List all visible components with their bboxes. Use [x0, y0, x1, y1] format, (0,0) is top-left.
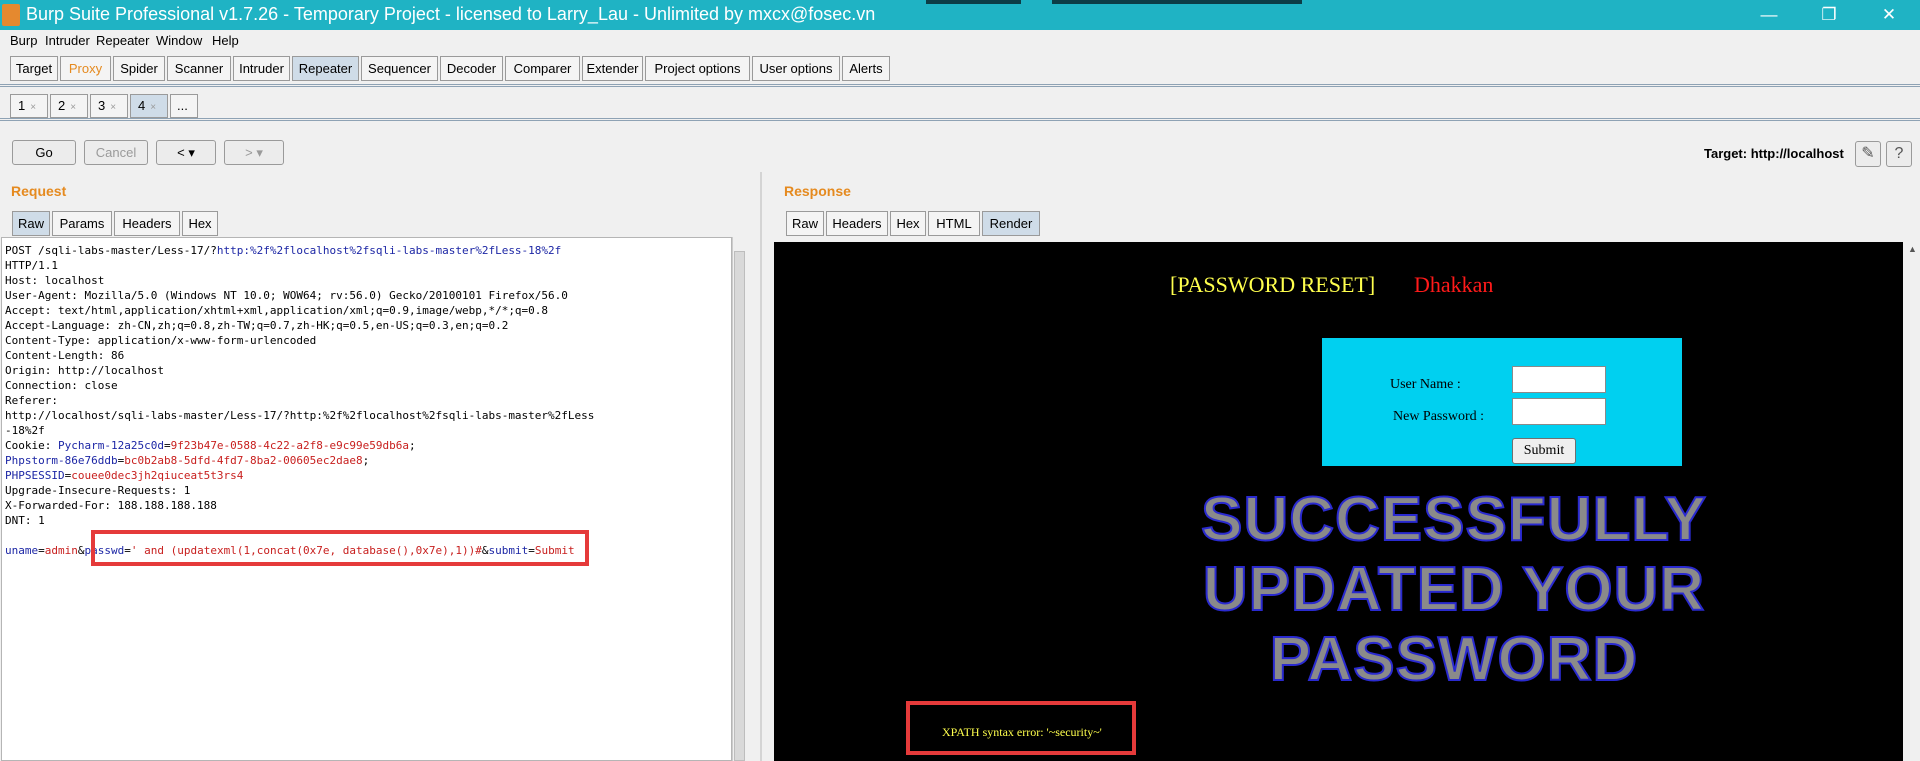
response-tab-render[interactable]: Render [982, 211, 1040, 236]
menu-window[interactable]: Window [156, 33, 202, 48]
response-tab-hex[interactable]: Hex [890, 211, 926, 236]
request-text[interactable]: POST /sqli-labs-master/Less-17/?http:%2f… [5, 243, 594, 558]
submit-button[interactable]: Submit [1512, 438, 1576, 464]
close-tab-icon[interactable]: × [30, 102, 36, 113]
menu-bar: Burp Intruder Repeater Window Help [0, 30, 1920, 52]
new-password-label: New Password : [1393, 409, 1484, 424]
repeater-toolbar: Go Cancel < ▾ > ▾ Target: http://localho… [0, 140, 1920, 170]
cookie-name: PHPSESSID [5, 469, 65, 482]
tab-spider[interactable]: Spider [113, 56, 165, 81]
reset-form: User Name : New Password : Submit [1322, 338, 1682, 466]
rendered-response: [PASSWORD RESET] Dhakkan User Name : New… [774, 242, 1903, 761]
body-param-value: admin [44, 544, 78, 557]
new-repeater-tab[interactable]: ... [170, 94, 198, 118]
main-tab-bar: Target Proxy Spider Scanner Intruder Rep… [0, 56, 1920, 87]
repeater-tab-4[interactable]: 4 × [130, 94, 168, 118]
error-highlight-box [906, 701, 1136, 755]
back-button[interactable]: < ▾ [156, 140, 216, 165]
repeater-tab-bar: 1 × 2 × 3 × 4 × ... [0, 90, 1920, 121]
request-url-param: http:%2f%2flocalhost%2fsqli-labs-master%… [216, 244, 562, 257]
cookie-value: couee0dec3jh2qiuceat5t3rs4 [71, 469, 244, 482]
menu-help[interactable]: Help [212, 33, 239, 48]
back-menu-icon: ▾ [188, 145, 195, 160]
help-icon[interactable]: ? [1886, 141, 1912, 167]
repeater-tab-label: 4 [138, 98, 146, 113]
forward-menu-icon: ▾ [256, 145, 263, 160]
cookie-label: Cookie: [5, 439, 58, 452]
back-icon: < [177, 145, 185, 160]
response-scrollbar[interactable]: ▲ [1905, 242, 1920, 761]
title-decoration [926, 0, 1021, 4]
tab-target[interactable]: Target [10, 56, 58, 81]
burp-app-icon [2, 4, 20, 26]
request-tab-headers[interactable]: Headers [114, 211, 180, 236]
tab-alerts[interactable]: Alerts [842, 56, 890, 81]
repeater-tab-label: 2 [58, 98, 66, 113]
tab-decoder[interactable]: Decoder [440, 56, 503, 81]
repeater-tab-label: 1 [18, 98, 26, 113]
page-heading: [PASSWORD RESET] [1170, 272, 1376, 297]
tab-project-options[interactable]: Project options [645, 56, 750, 81]
request-tab-hex[interactable]: Hex [182, 211, 218, 236]
tab-scanner[interactable]: Scanner [167, 56, 231, 81]
go-button[interactable]: Go [12, 140, 76, 165]
username-input[interactable] [1512, 366, 1606, 393]
tab-intruder[interactable]: Intruder [233, 56, 290, 81]
page-heading-name: Dhakkan [1414, 272, 1494, 297]
response-tab-html[interactable]: HTML [928, 211, 980, 236]
forward-button[interactable]: > ▾ [224, 140, 284, 165]
title-decoration [1052, 0, 1302, 4]
request-headers: HTTP/1.1 Host: localhost User-Agent: Moz… [5, 259, 595, 437]
request-tab-params[interactable]: Params [52, 211, 112, 236]
new-password-input[interactable] [1512, 398, 1606, 425]
cookie-name: Phpstorm-86e76ddb [5, 454, 118, 467]
menu-repeater[interactable]: Repeater [96, 33, 149, 48]
tab-user-options[interactable]: User options [752, 56, 840, 81]
repeater-tab-1[interactable]: 1 × [10, 94, 48, 118]
username-label: User Name : [1390, 377, 1461, 392]
request-headers-tail: Upgrade-Insecure-Requests: 1 X-Forwarded… [5, 484, 217, 527]
close-tab-icon[interactable]: × [150, 102, 156, 113]
response-title: Response [784, 183, 851, 199]
edit-target-icon[interactable]: ✎ [1855, 141, 1881, 167]
minimize-icon[interactable]: — [1746, 2, 1792, 28]
repeater-tab-3[interactable]: 3 × [90, 94, 128, 118]
request-line: POST /sqli-labs-master/Less-17/? [5, 244, 217, 257]
cookie-value: bc0b2ab8-5dfd-4fd7-8ba2-00605ec2dae8 [124, 454, 363, 467]
cookie-value: 9f23b47e-0588-4c22-a2f8-e9c99e59db6a [170, 439, 409, 452]
repeater-tab-label: 3 [98, 98, 106, 113]
success-banner: SUCCESSFULLY UPDATED YOUR PASSWORD [1200, 484, 1707, 695]
cookie-name: Pycharm-12a25c0d [57, 439, 164, 452]
tab-comparer[interactable]: Comparer [505, 56, 580, 81]
target-label[interactable]: Target: http://localhost [1704, 146, 1844, 161]
window-title: Burp Suite Professional v1.7.26 - Tempor… [26, 4, 876, 24]
panel-splitter[interactable] [760, 172, 762, 761]
close-tab-icon[interactable]: × [70, 102, 76, 113]
tab-extender[interactable]: Extender [582, 56, 643, 81]
tab-repeater[interactable]: Repeater [292, 56, 359, 81]
response-tab-headers[interactable]: Headers [826, 211, 888, 236]
repeater-tab-2[interactable]: 2 × [50, 94, 88, 118]
scroll-thumb[interactable] [734, 251, 745, 761]
close-tab-icon[interactable]: × [110, 102, 116, 113]
body-param-name: uname [5, 544, 39, 557]
forward-icon: > [245, 145, 253, 160]
response-tab-raw[interactable]: Raw [786, 211, 824, 236]
title-bar: Burp Suite Professional v1.7.26 - Tempor… [0, 0, 1920, 30]
payload-highlight-box [91, 530, 589, 566]
menu-intruder[interactable]: Intruder [45, 33, 90, 48]
tab-divider [0, 118, 1920, 121]
tab-proxy[interactable]: Proxy [60, 56, 111, 81]
menu-burp[interactable]: Burp [10, 33, 37, 48]
request-editor[interactable]: POST /sqli-labs-master/Less-17/?http:%2f… [1, 237, 732, 761]
cancel-button[interactable]: Cancel [84, 140, 148, 165]
request-title: Request [11, 183, 67, 199]
request-scrollbar[interactable] [732, 237, 746, 761]
scroll-up-icon[interactable]: ▲ [1908, 244, 1917, 254]
request-tab-raw[interactable]: Raw [12, 211, 50, 236]
tab-divider [0, 84, 1920, 87]
close-icon[interactable]: ✕ [1866, 2, 1912, 28]
restore-icon[interactable]: ❐ [1806, 2, 1852, 28]
tab-sequencer[interactable]: Sequencer [361, 56, 438, 81]
